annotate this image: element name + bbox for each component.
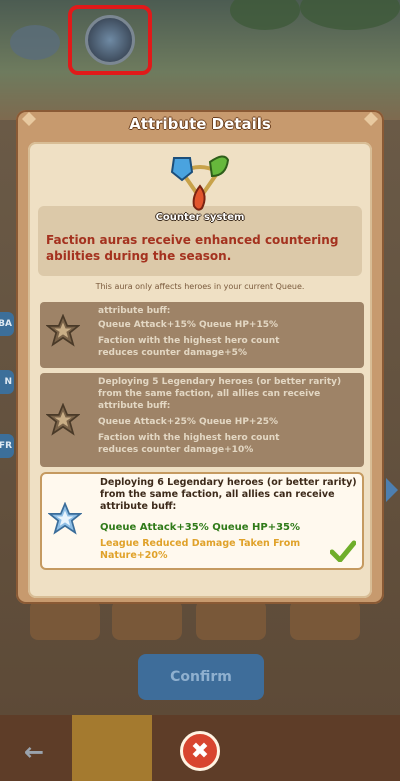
hero-card xyxy=(290,600,360,640)
background-avatar xyxy=(10,25,60,60)
queue-note: This aura only affects heroes in your cu… xyxy=(95,282,305,291)
attribute-details-dialog: Attribute Details Faction auras receive … xyxy=(16,110,384,604)
side-chip-2[interactable]: N xyxy=(0,370,14,394)
tier-row-3-active: Deploying 6 Legendary heroes (or better … xyxy=(40,472,364,570)
close-button[interactable]: ✖ xyxy=(180,731,220,771)
faction-star-icon xyxy=(46,403,80,436)
hero-card xyxy=(112,600,182,640)
tier-requirement-text: Deploying 6 Legendary heroes (or better … xyxy=(100,477,357,512)
confirm-button[interactable]: Confirm xyxy=(138,654,264,700)
checkmark-icon xyxy=(330,540,356,562)
tier-line: reduces counter damage+5% xyxy=(98,348,247,358)
tier-line: attribute buff: xyxy=(98,306,171,316)
tab-active[interactable] xyxy=(72,715,152,781)
faction-star-icon xyxy=(48,502,82,535)
tier-bonus-text: League Reduced Damage Taken From Nature+… xyxy=(100,538,301,561)
tier-line: Faction with the highest hero count xyxy=(98,336,280,346)
tier-line: from the same faction, all allies can re… xyxy=(98,389,321,399)
back-arrow-icon[interactable]: ← xyxy=(24,738,44,766)
highlight-box xyxy=(68,5,152,75)
counter-system-label: Counter system xyxy=(155,212,245,223)
tier-line: Faction with the highest hero count xyxy=(98,433,280,443)
side-chip-3[interactable]: FR xyxy=(0,434,14,458)
tier-line: Queue Attack+25% Queue HP+25% xyxy=(98,417,279,427)
dialog-title: Attribute Details xyxy=(129,115,271,133)
hero-card xyxy=(30,600,100,640)
dialog-body: Faction auras receive enhanced counterin… xyxy=(28,142,372,598)
side-chip-1[interactable]: BA xyxy=(0,312,14,336)
counter-system-icon xyxy=(170,155,230,211)
dialog-header: Attribute Details xyxy=(16,110,384,138)
tier-line: reduces counter damage+10% xyxy=(98,445,254,455)
close-x-icon: ✖ xyxy=(190,738,210,764)
tier-line: Deploying 5 Legendary heroes (or better … xyxy=(98,377,342,387)
tier-row-1: attribute buff: Queue Attack+15% Queue H… xyxy=(40,302,364,368)
tier-row-2: Deploying 5 Legendary heroes (or better … xyxy=(40,373,364,467)
faction-star-icon xyxy=(46,314,80,347)
tier-line: Queue Attack+15% Queue HP+15% xyxy=(98,320,279,330)
tier-buff-text: Queue Attack+35% Queue HP+35% xyxy=(100,522,301,533)
hero-card xyxy=(196,600,266,640)
description-text: Faction auras receive enhanced counterin… xyxy=(46,233,339,263)
tier-line: attribute buff: xyxy=(98,401,171,411)
